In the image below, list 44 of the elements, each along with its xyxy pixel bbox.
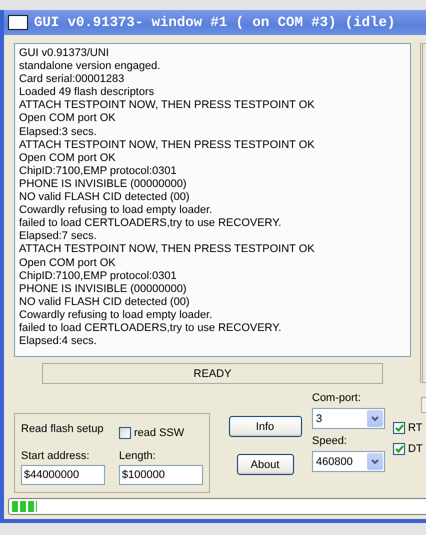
log-line: failed to load CERTLOADERS,try to use RECOVERY. bbox=[19, 322, 282, 336]
log-line: Elapsed:7 secs. bbox=[19, 230, 98, 244]
status-bar: READY bbox=[42, 363, 383, 384]
log-line: Cowardly refusing to load empty loader. bbox=[19, 308, 214, 322]
log-line: standalone version engaged. bbox=[19, 60, 162, 74]
log-line: NO valid FLASH CID detected (00) bbox=[19, 191, 191, 204]
info-button[interactable]: Info bbox=[228, 416, 302, 437]
check-icon bbox=[394, 424, 404, 432]
log-line: Open COM port OK bbox=[19, 112, 117, 126]
log-line: PHONE IS INVISIBLE (00000000) bbox=[19, 282, 188, 296]
line-checkbox[interactable]: DT bbox=[393, 443, 423, 455]
log-line: Open COM port OK bbox=[19, 256, 117, 270]
window-title: GUI v0.91373- window #1 ( on COM #3) (idle) bbox=[34, 14, 396, 30]
log-line: Elapsed:4 secs. bbox=[19, 335, 98, 348]
com-port-dropdown[interactable]: 3 bbox=[312, 408, 385, 429]
log-line: ChipID:7100,EMP protocol:0301 bbox=[19, 164, 178, 178]
log-line: ATTACH TESTPOINT NOW, THEN PRESS TESTPOINT OK bbox=[19, 99, 316, 112]
log-line: GUI v0.91373/UNI bbox=[19, 47, 110, 60]
log-line: Open COM port OK bbox=[19, 152, 117, 165]
log-line: NO valid FLASH CID detected (00) bbox=[19, 296, 191, 309]
window-icon bbox=[8, 15, 28, 30]
log-line: Elapsed:3 secs. bbox=[19, 126, 98, 139]
group-title: Read flash setup bbox=[21, 423, 105, 437]
check-icon bbox=[394, 445, 404, 453]
log-line: failed to load CERTLOADERS,try to use RECOVERY. bbox=[19, 217, 282, 230]
chevron-down-icon bbox=[371, 458, 379, 464]
about-button[interactable]: About bbox=[236, 454, 294, 475]
log-line: Card serial:00001283 bbox=[19, 73, 126, 86]
field-label: Com-port: bbox=[312, 392, 362, 404]
field-label: Start address: bbox=[21, 450, 90, 462]
field-label: Speed: bbox=[312, 435, 348, 447]
length-field[interactable]: $100000 bbox=[119, 464, 203, 484]
log-line: ChipID:7100,EMP protocol:0301 bbox=[19, 270, 178, 283]
log-line: PHONE IS INVISIBLE (00000000) bbox=[19, 178, 188, 192]
log-line: ATTACH TESTPOINT NOW, THEN PRESS TESTPOINT OK bbox=[19, 138, 316, 152]
start-address-field[interactable]: $44000000 bbox=[21, 464, 105, 484]
chevron-down-icon bbox=[371, 416, 379, 422]
read-ssw-checkbox[interactable]: read SSW bbox=[119, 423, 205, 442]
line-checkbox[interactable]: RT bbox=[393, 422, 423, 434]
field-label: Length: bbox=[119, 450, 157, 462]
speed-dropdown[interactable]: 460800 bbox=[312, 451, 385, 472]
log-line: ATTACH TESTPOINT NOW, THEN PRESS TESTPOINT OK bbox=[19, 243, 316, 256]
log-line: Loaded 49 flash descriptors bbox=[19, 86, 156, 100]
log-line: Cowardly refusing to load empty loader. bbox=[19, 204, 214, 218]
